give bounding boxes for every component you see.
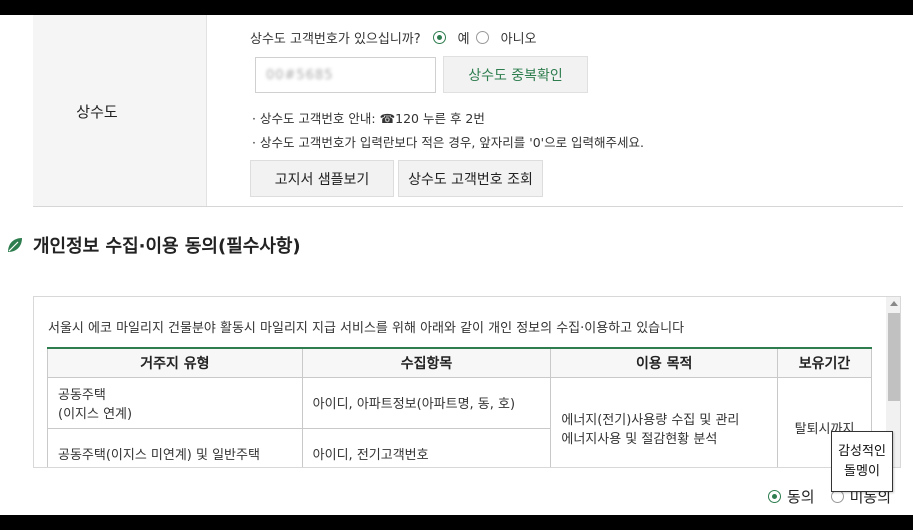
consent-intro: 서울시 에코 마일리지 건물분야 활동시 마일리지 지급 서비스를 위해 아래와… [48,321,685,336]
customer-number-question: 상수도 고객번호가 있으십니까? 예 아니오 [250,28,537,47]
customer-number-lookup-button[interactable]: 상수도 고객번호 조회 [398,160,543,197]
residence-type-cell: 공동주택 (이지스 연계) [47,376,303,429]
top-black-bar [0,0,913,15]
sample-bill-button[interactable]: 고지서 샘플보기 [250,160,394,197]
leaf-icon [8,238,22,252]
water-row-label: 상수도 [76,103,118,121]
badge-line1: 감성적인 [838,444,886,459]
customer-number-input[interactable]: 00#5685 [255,57,436,93]
radio-yes-label[interactable]: 예 [458,28,470,47]
privacy-section-title: 개인정보 수집·이용 동의(필수사항) [33,236,301,257]
header-purpose: 이용 목적 [550,347,779,378]
header-collected-items: 수집항목 [301,347,552,378]
radio-no-label[interactable]: 아니오 [501,28,537,47]
water-form-row: 상수도 상수도 고객번호가 있으십니까? 예 아니오 00#5685 상수도 중… [33,15,903,207]
water-row-header: 상수도 [33,15,207,206]
purpose-line1: 에너지(전기)사용량 수집 및 관리 [561,412,740,428]
purpose-line2: 에너지사용 및 절감현황 분석 [561,431,718,447]
radio-yes[interactable] [432,31,446,44]
radio-no[interactable] [475,31,489,44]
customer-number-hint: · 상수도 고객번호가 입력란보다 적은 경우, 앞자리를 '0'으로 입력해주… [252,135,645,150]
scroll-up-arrow-icon[interactable] [890,301,898,306]
customer-number-value: 00#5685 [266,67,334,83]
bottom-black-bar [0,515,913,530]
residence-type-cell: 공동주택(이지스 미연계) 및 일반주택 [47,427,303,467]
header-residence-type: 거주지 유형 [47,347,303,378]
privacy-section-heading: 개인정보 수집·이용 동의(필수사항) [6,232,301,258]
floating-badge[interactable]: 감성적인 돌멩이 [831,431,893,492]
radio-agree[interactable] [768,490,781,503]
residence-type-line1: 공동주택 [58,387,106,403]
collected-items-cell: 아이디, 전기고객번호 [301,427,552,467]
badge-line2: 돌멩이 [844,464,880,479]
duplicate-check-button[interactable]: 상수도 중복확인 [443,56,588,93]
customer-number-guide: · 상수도 고객번호 안내: ☎120 누른 후 2번 [252,111,485,126]
privacy-consent-box: 서울시 에코 마일리지 건물분야 활동시 마일리지 지급 서비스를 위해 아래와… [33,296,901,468]
scroll-thumb[interactable] [888,313,900,401]
question-text: 상수도 고객번호가 있으십니까? [250,32,421,47]
purpose-cell: 에너지(전기)사용량 수집 및 관리 에너지사용 및 절감현황 분석 [550,376,779,467]
residence-type-line2: (이지스 연계) [58,406,133,422]
collected-items-cell: 아이디, 아파트정보(아파트명, 동, 호) [301,376,552,429]
table-row: 공동주택 (이지스 연계) 아이디, 아파트정보(아파트명, 동, 호) 에너지… [47,376,872,467]
radio-agree-label[interactable]: 동의 [787,486,815,507]
privacy-table: 거주지 유형 수집항목 이용 목적 보유기간 공동주택 (이지스 연계) 아이디… [47,347,872,467]
header-retention: 보유기간 [777,347,872,378]
